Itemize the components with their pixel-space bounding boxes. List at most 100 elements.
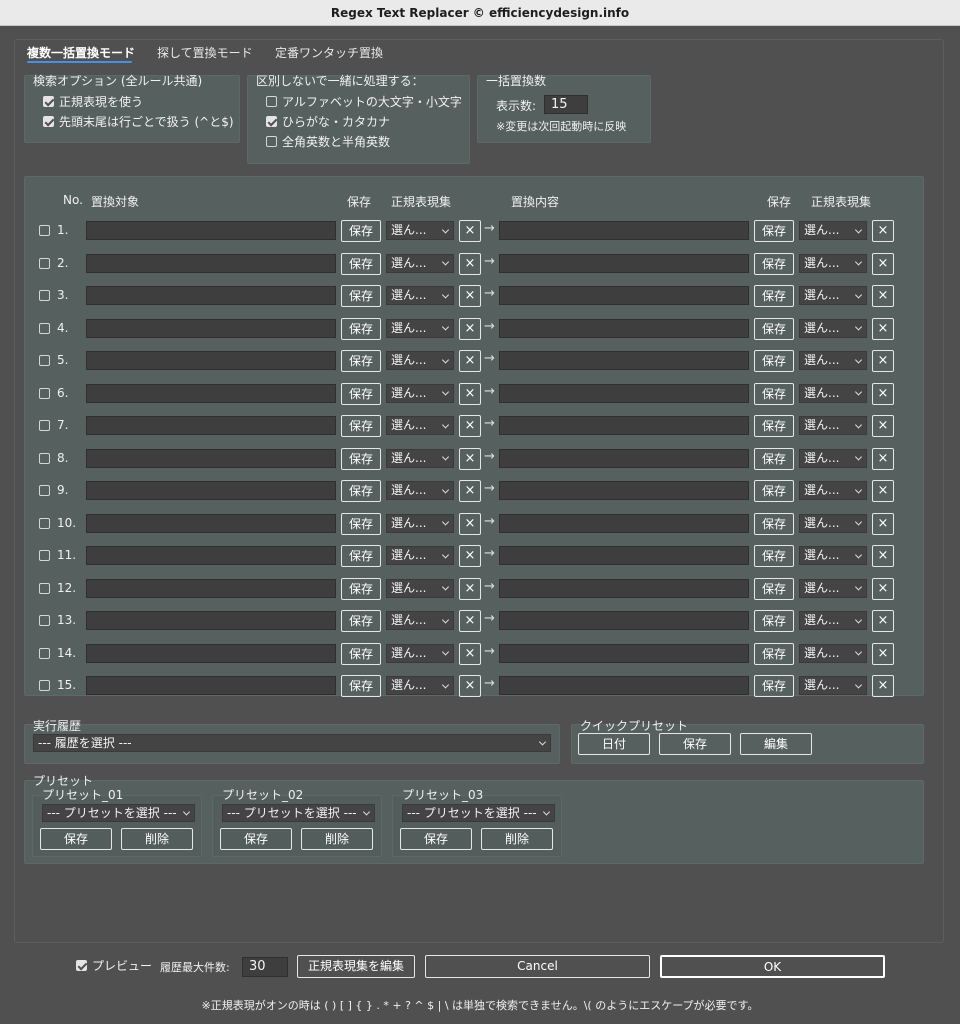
target-input[interactable] bbox=[86, 448, 336, 468]
target-input[interactable] bbox=[86, 221, 336, 240]
replacement-input[interactable] bbox=[499, 676, 749, 695]
replacement-clear-button[interactable]: × bbox=[872, 577, 894, 600]
row-checkbox[interactable] bbox=[39, 550, 50, 561]
replacement-save-button[interactable]: 保存 bbox=[754, 577, 794, 600]
preset-select[interactable]: --- プリセットを選択 --- bbox=[42, 804, 195, 822]
replacement-regex-select[interactable]: 選ん... bbox=[799, 643, 867, 663]
replacement-regex-select[interactable]: 選ん... bbox=[799, 351, 867, 370]
target-clear-button[interactable]: × bbox=[459, 252, 481, 275]
target-save-button[interactable]: 保存 bbox=[341, 577, 381, 600]
row-checkbox[interactable] bbox=[39, 517, 50, 529]
target-clear-button[interactable]: × bbox=[459, 382, 481, 405]
tab-bulk-replace[interactable]: 複数一括置換モード bbox=[27, 44, 135, 61]
replacement-clear-button[interactable]: × bbox=[872, 642, 894, 665]
replacement-save-button[interactable]: 保存 bbox=[754, 480, 794, 502]
preset-delete-button[interactable]: 削除 bbox=[481, 828, 553, 850]
target-input[interactable] bbox=[86, 643, 336, 663]
regex-checkbox[interactable] bbox=[43, 96, 54, 107]
preset-delete-button[interactable]: 削除 bbox=[301, 828, 373, 850]
target-clear-button[interactable]: × bbox=[459, 480, 481, 502]
target-clear-button[interactable]: × bbox=[459, 415, 481, 437]
replacement-input[interactable] bbox=[499, 318, 749, 338]
target-input[interactable] bbox=[86, 513, 336, 533]
replacement-input[interactable] bbox=[499, 611, 749, 630]
preview-checkbox[interactable] bbox=[76, 960, 87, 971]
target-regex-select[interactable]: 選ん... bbox=[386, 318, 454, 338]
replacement-clear-button[interactable]: × bbox=[872, 447, 894, 470]
row-checkbox[interactable] bbox=[39, 257, 50, 269]
quick-preset-date-button[interactable]: 日付 bbox=[578, 733, 650, 755]
replacement-input[interactable] bbox=[499, 643, 749, 663]
target-save-button[interactable]: 保存 bbox=[341, 285, 381, 307]
case-width-checkbox[interactable] bbox=[266, 136, 277, 147]
replacement-input[interactable] bbox=[499, 578, 749, 598]
target-input[interactable] bbox=[86, 416, 336, 435]
target-clear-button[interactable]: × bbox=[459, 577, 481, 600]
target-input[interactable] bbox=[86, 286, 336, 305]
target-save-button[interactable]: 保存 bbox=[341, 480, 381, 502]
target-clear-button[interactable]: × bbox=[459, 512, 481, 535]
replacement-clear-button[interactable]: × bbox=[872, 382, 894, 405]
replacement-save-button[interactable]: 保存 bbox=[754, 220, 794, 242]
replacement-clear-button[interactable]: × bbox=[872, 545, 894, 567]
target-regex-select[interactable]: 選ん... bbox=[386, 611, 454, 630]
replacement-save-button[interactable]: 保存 bbox=[754, 252, 794, 275]
preset-save-button[interactable]: 保存 bbox=[400, 828, 472, 850]
case-alpha-checkbox[interactable] bbox=[266, 96, 277, 107]
replacement-regex-select[interactable]: 選ん... bbox=[799, 383, 867, 403]
target-save-button[interactable]: 保存 bbox=[341, 415, 381, 437]
preset-select[interactable]: --- プリセットを選択 --- bbox=[222, 804, 375, 822]
target-save-button[interactable]: 保存 bbox=[341, 252, 381, 275]
target-regex-select[interactable]: 選ん... bbox=[386, 253, 454, 273]
target-regex-select[interactable]: 選ん... bbox=[386, 448, 454, 468]
target-save-button[interactable]: 保存 bbox=[341, 675, 381, 697]
row-checkbox[interactable] bbox=[39, 615, 50, 626]
replacement-clear-button[interactable]: × bbox=[872, 512, 894, 535]
tab-one-touch[interactable]: 定番ワンタッチ置換 bbox=[275, 44, 383, 61]
preset-delete-button[interactable]: 削除 bbox=[121, 828, 193, 850]
quick-preset-edit-button[interactable]: 編集 bbox=[740, 733, 812, 755]
replacement-regex-select[interactable]: 選ん... bbox=[799, 286, 867, 305]
replacement-save-button[interactable]: 保存 bbox=[754, 675, 794, 697]
replacement-save-button[interactable]: 保存 bbox=[754, 610, 794, 632]
replacement-regex-select[interactable]: 選ん... bbox=[799, 578, 867, 598]
replacement-regex-select[interactable]: 選ん... bbox=[799, 416, 867, 435]
case-kana-checkbox[interactable] bbox=[266, 116, 277, 127]
target-save-button[interactable]: 保存 bbox=[341, 610, 381, 632]
preset-select[interactable]: --- プリセットを選択 --- bbox=[402, 804, 555, 822]
row-checkbox[interactable] bbox=[39, 290, 50, 301]
replacement-regex-select[interactable]: 選ん... bbox=[799, 513, 867, 533]
history-max-input[interactable]: 30 bbox=[242, 957, 288, 977]
target-input[interactable] bbox=[86, 481, 336, 500]
target-regex-select[interactable]: 選ん... bbox=[386, 286, 454, 305]
row-checkbox[interactable] bbox=[39, 647, 50, 659]
target-regex-select[interactable]: 選ん... bbox=[386, 351, 454, 370]
row-checkbox[interactable] bbox=[39, 355, 50, 366]
row-checkbox[interactable] bbox=[39, 322, 50, 334]
replacement-regex-select[interactable]: 選ん... bbox=[799, 318, 867, 338]
replacement-input[interactable] bbox=[499, 546, 749, 565]
preset-save-button[interactable]: 保存 bbox=[40, 828, 112, 850]
replacement-save-button[interactable]: 保存 bbox=[754, 415, 794, 437]
replacement-clear-button[interactable]: × bbox=[872, 480, 894, 502]
target-clear-button[interactable]: × bbox=[459, 610, 481, 632]
edit-regex-set-button[interactable]: 正規表現集を編集 bbox=[297, 955, 415, 978]
quick-preset-save-button[interactable]: 保存 bbox=[659, 733, 731, 755]
row-checkbox[interactable] bbox=[39, 420, 50, 431]
target-regex-select[interactable]: 選ん... bbox=[386, 383, 454, 403]
replacement-clear-button[interactable]: × bbox=[872, 610, 894, 632]
target-regex-select[interactable]: 選ん... bbox=[386, 416, 454, 435]
row-checkbox[interactable] bbox=[39, 582, 50, 594]
replacement-input[interactable] bbox=[499, 221, 749, 240]
target-clear-button[interactable]: × bbox=[459, 675, 481, 697]
replacement-regex-select[interactable]: 選ん... bbox=[799, 546, 867, 565]
target-regex-select[interactable]: 選ん... bbox=[386, 578, 454, 598]
replacement-input[interactable] bbox=[499, 253, 749, 273]
target-clear-button[interactable]: × bbox=[459, 350, 481, 372]
replacement-regex-select[interactable]: 選ん... bbox=[799, 676, 867, 695]
target-input[interactable] bbox=[86, 318, 336, 338]
target-regex-select[interactable]: 選ん... bbox=[386, 546, 454, 565]
replacement-save-button[interactable]: 保存 bbox=[754, 350, 794, 372]
preset-save-button[interactable]: 保存 bbox=[220, 828, 292, 850]
replacement-clear-button[interactable]: × bbox=[872, 285, 894, 307]
